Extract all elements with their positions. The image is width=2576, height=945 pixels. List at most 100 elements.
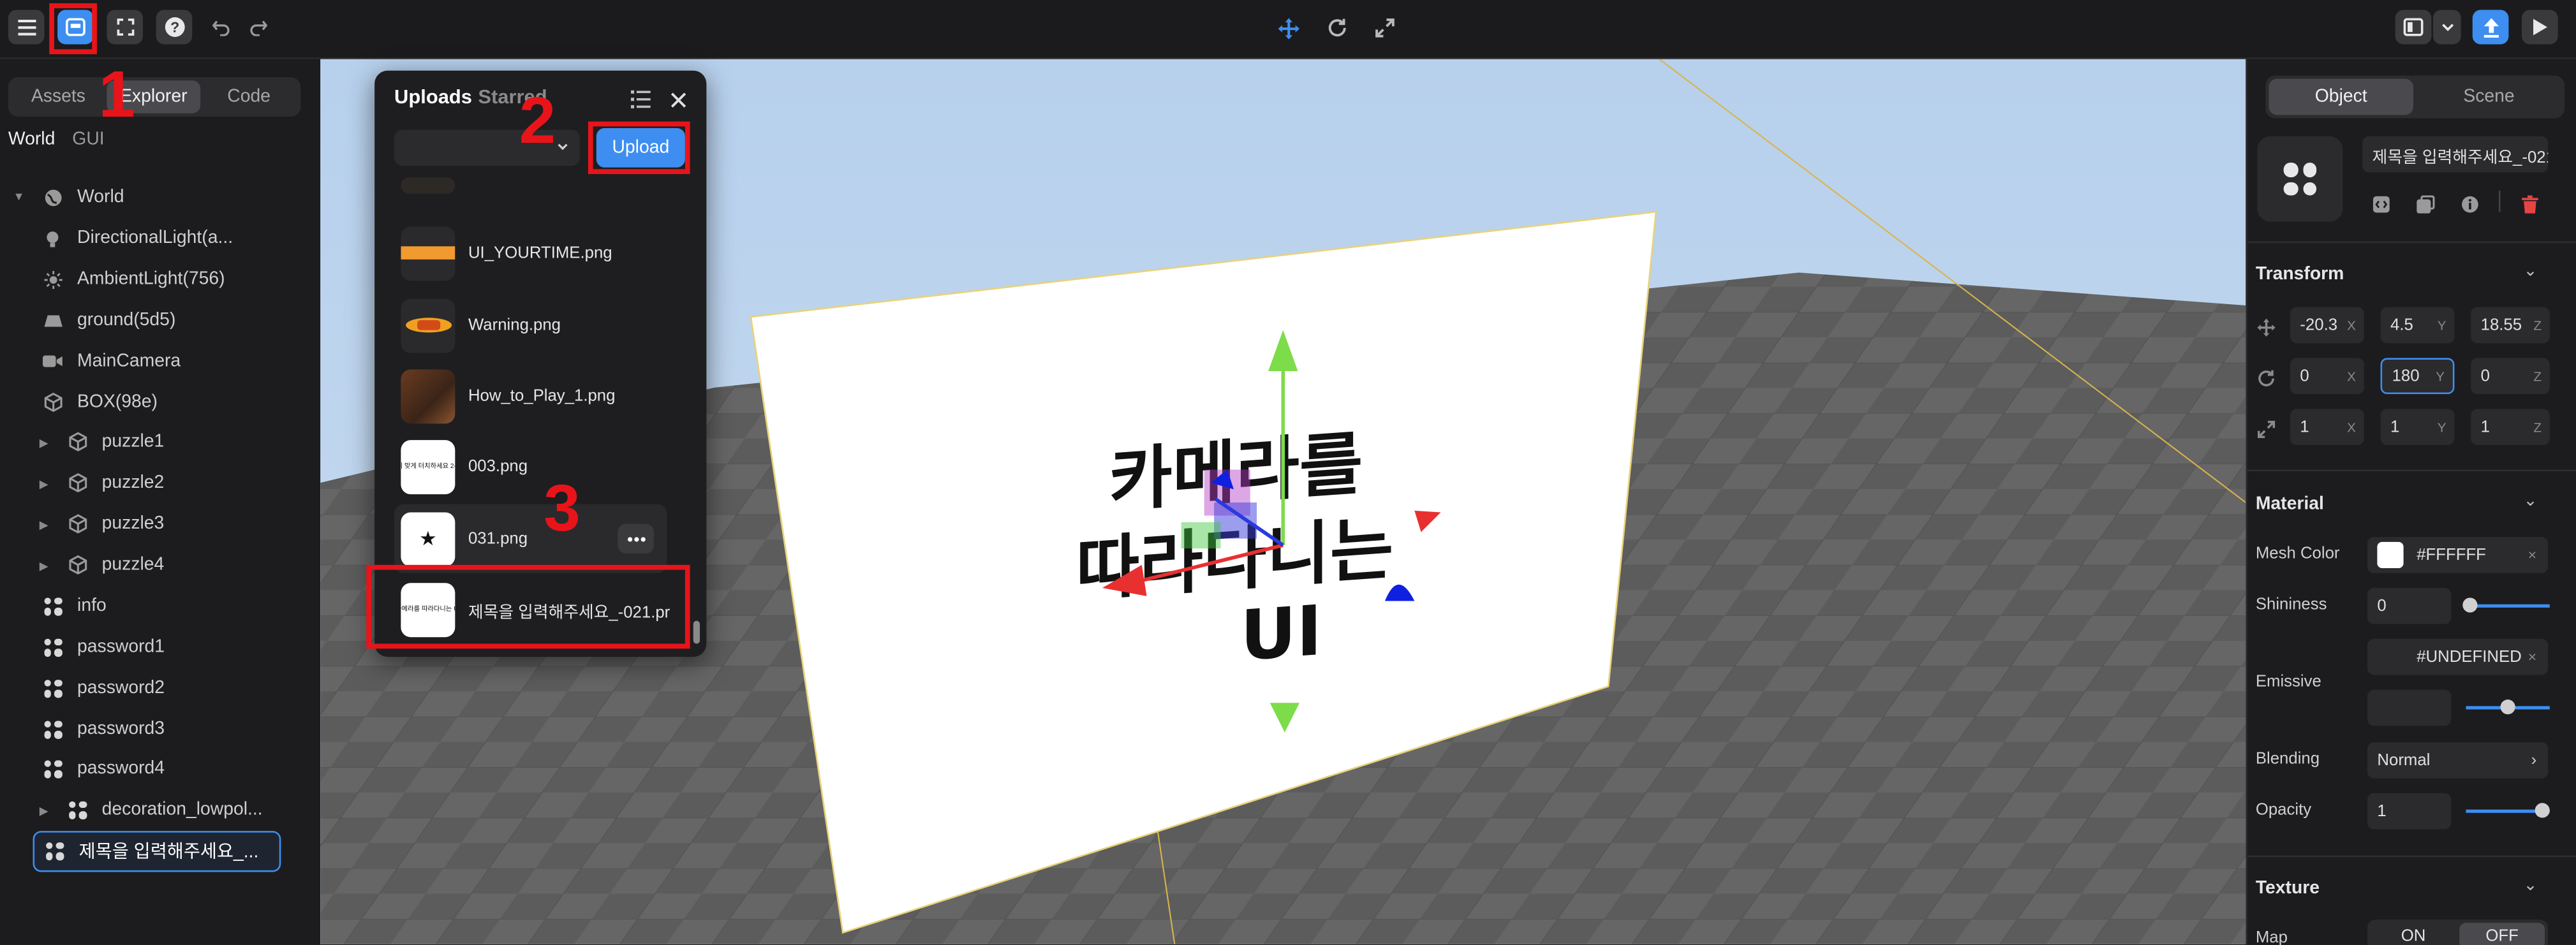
tree-item-password3[interactable]: password3	[43, 711, 165, 747]
upload-item[interactable]: Warning.png	[401, 296, 561, 355]
close-icon[interactable]	[670, 87, 687, 116]
toggle-on[interactable]: ON	[2371, 923, 2456, 945]
rotation-x-input[interactable]: 0X	[2290, 358, 2364, 395]
axis-label: Y	[2436, 369, 2445, 384]
tree-item-puzzle3[interactable]: puzzle3	[68, 506, 164, 542]
tree-item-info[interactable]: info	[43, 588, 107, 624]
tree-item-ground[interactable]: ground(5d5)	[43, 302, 175, 339]
subtab-gui[interactable]: GUI	[72, 129, 104, 149]
expand-caret-icon[interactable]: ▼	[13, 192, 25, 203]
map-toggle[interactable]: ON OFF	[2367, 919, 2549, 945]
scale-z-input[interactable]: 1Z	[2471, 409, 2550, 445]
file-name: 제목을 입력해주세요_-021.pr	[468, 603, 670, 622]
upload-item-hovered[interactable]: ★ 031.png	[401, 509, 528, 568]
tree-item-box[interactable]: BOX(98e)	[43, 385, 158, 421]
redo-icon[interactable]	[243, 13, 272, 43]
tab-code[interactable]: Code	[202, 80, 296, 114]
tree-item-puzzle4[interactable]: puzzle4	[68, 547, 164, 583]
emissive-slider-thumb[interactable]	[2500, 700, 2515, 715]
upload-button[interactable]: Upload	[596, 128, 685, 168]
collapsed-caret-icon[interactable]: ▶	[40, 519, 48, 532]
tree-item-main-camera[interactable]: MainCamera	[42, 343, 181, 379]
mesh-color-input[interactable]: #FFFFFF ×	[2367, 537, 2549, 573]
clear-icon[interactable]: ×	[2528, 547, 2537, 564]
scale-icon[interactable]	[1370, 13, 1400, 43]
color-swatch[interactable]	[2377, 644, 2403, 670]
collapsed-caret-icon[interactable]: ▶	[40, 437, 48, 450]
more-options-icon[interactable]	[618, 524, 654, 553]
clear-icon[interactable]: ×	[2528, 648, 2537, 665]
upload-item[interactable]: 카메라를 따라다니는 UI 제목을 입력해주세요_-021.pr	[401, 580, 670, 639]
rotation-icon	[2257, 366, 2275, 395]
info-icon[interactable]	[2461, 192, 2479, 221]
uploads-popup: Uploads Starred Upload UI_YOURTIME.png W…	[374, 70, 707, 657]
duplicate-icon[interactable]	[2417, 192, 2435, 221]
collapsed-caret-icon[interactable]: ▶	[40, 478, 48, 491]
svg-text:?: ?	[170, 18, 179, 35]
tree-item-ambient-light[interactable]: AmbientLight(756)	[43, 261, 225, 297]
emissive-color-input[interactable]: #UNDEFINED ×	[2367, 638, 2549, 675]
layout-icon[interactable]	[2395, 10, 2432, 45]
move-icon[interactable]	[1273, 13, 1303, 43]
subtab-world[interactable]: World	[8, 129, 55, 149]
scale-y-input[interactable]: 1Y	[2380, 409, 2455, 445]
code-icon[interactable]	[2372, 192, 2390, 221]
undo-icon[interactable]	[205, 13, 235, 43]
emissive-label: Emissive	[2255, 673, 2321, 692]
chevron-down-icon[interactable]: ⌄	[2524, 263, 2538, 281]
upload-item[interactable]: UI_YOURTIME.png	[401, 223, 612, 282]
tree-item-decoration[interactable]: decoration_lowpol...	[68, 791, 263, 828]
field-value: 0	[2480, 367, 2490, 385]
cube-icon	[68, 432, 87, 451]
axis-label: X	[2347, 419, 2356, 435]
object-name-input[interactable]: 제목을 입력해주세요_-021	[2362, 136, 2549, 173]
menu-icon[interactable]	[8, 10, 45, 45]
tree-item-puzzle1[interactable]: puzzle1	[68, 423, 164, 460]
tree-item-password1[interactable]: password1	[43, 629, 165, 665]
collapsed-caret-icon[interactable]: ▶	[40, 560, 48, 573]
opacity-input[interactable]: 1	[2367, 793, 2452, 830]
upload-item[interactable]: How_to_Play_1.png	[401, 366, 615, 425]
fullscreen-select-icon[interactable]	[107, 10, 144, 45]
tree-item-directional-light[interactable]: DirectionalLight(a...	[43, 220, 233, 256]
chevron-down-icon[interactable]: ⌄	[2524, 493, 2538, 511]
list-view-icon[interactable]	[630, 87, 651, 116]
tree-item-password4[interactable]: password4	[43, 751, 165, 787]
blending-select[interactable]: Normal ›	[2367, 742, 2549, 779]
scale-x-input[interactable]: 1X	[2290, 409, 2364, 445]
tab-assets[interactable]: Assets	[11, 80, 105, 114]
tree-item-puzzle2[interactable]: puzzle2	[68, 465, 164, 501]
group-icon	[43, 759, 63, 779]
collapsed-caret-icon[interactable]: ▶	[40, 805, 48, 817]
play-icon[interactable]	[2522, 10, 2558, 45]
file-thumbnail: ★	[401, 511, 455, 566]
scrollbar-thumb[interactable]	[693, 620, 700, 644]
position-y-input[interactable]: 4.5 Y	[2380, 307, 2455, 344]
tab-uploads[interactable]: Uploads	[394, 85, 472, 108]
upload-item[interactable]: 순서에 맞게 터치하세요 2-1-3-4 003.png	[401, 437, 528, 496]
shininess-slider-thumb[interactable]	[2462, 597, 2478, 613]
tab-scene[interactable]: Scene	[2417, 79, 2561, 115]
color-swatch[interactable]	[2377, 541, 2404, 569]
tree-item-password2[interactable]: password2	[43, 670, 165, 707]
position-z-input[interactable]: 18.55 Z	[2471, 307, 2550, 344]
tree-item-world[interactable]: World	[43, 179, 124, 216]
publish-icon[interactable]	[2472, 10, 2509, 45]
gizmo-plane-yz[interactable]	[1181, 522, 1221, 549]
opacity-slider-thumb[interactable]	[2535, 803, 2550, 818]
chevron-down-icon[interactable]	[2432, 10, 2461, 45]
shininess-slider[interactable]	[2466, 604, 2550, 608]
chevron-down-icon[interactable]: ⌄	[2524, 877, 2538, 895]
tree-item-selected-sign[interactable]: 제목을 입력해주세요_...	[45, 833, 258, 869]
emissive-intensity-input[interactable]	[2367, 689, 2452, 726]
rotation-y-input[interactable]: 180 Y	[2380, 358, 2455, 395]
rotation-z-input[interactable]: 0Z	[2471, 358, 2550, 395]
position-x-input[interactable]: -20.3 X	[2290, 307, 2364, 344]
uploads-icon[interactable]	[57, 10, 94, 45]
help-icon[interactable]: ?	[156, 10, 193, 45]
delete-icon[interactable]	[2522, 192, 2538, 221]
rotate-icon[interactable]	[1322, 13, 1352, 43]
shininess-input[interactable]: 0	[2367, 587, 2452, 624]
toggle-off[interactable]: OFF	[2459, 923, 2545, 945]
tab-object[interactable]: Object	[2269, 78, 2414, 115]
